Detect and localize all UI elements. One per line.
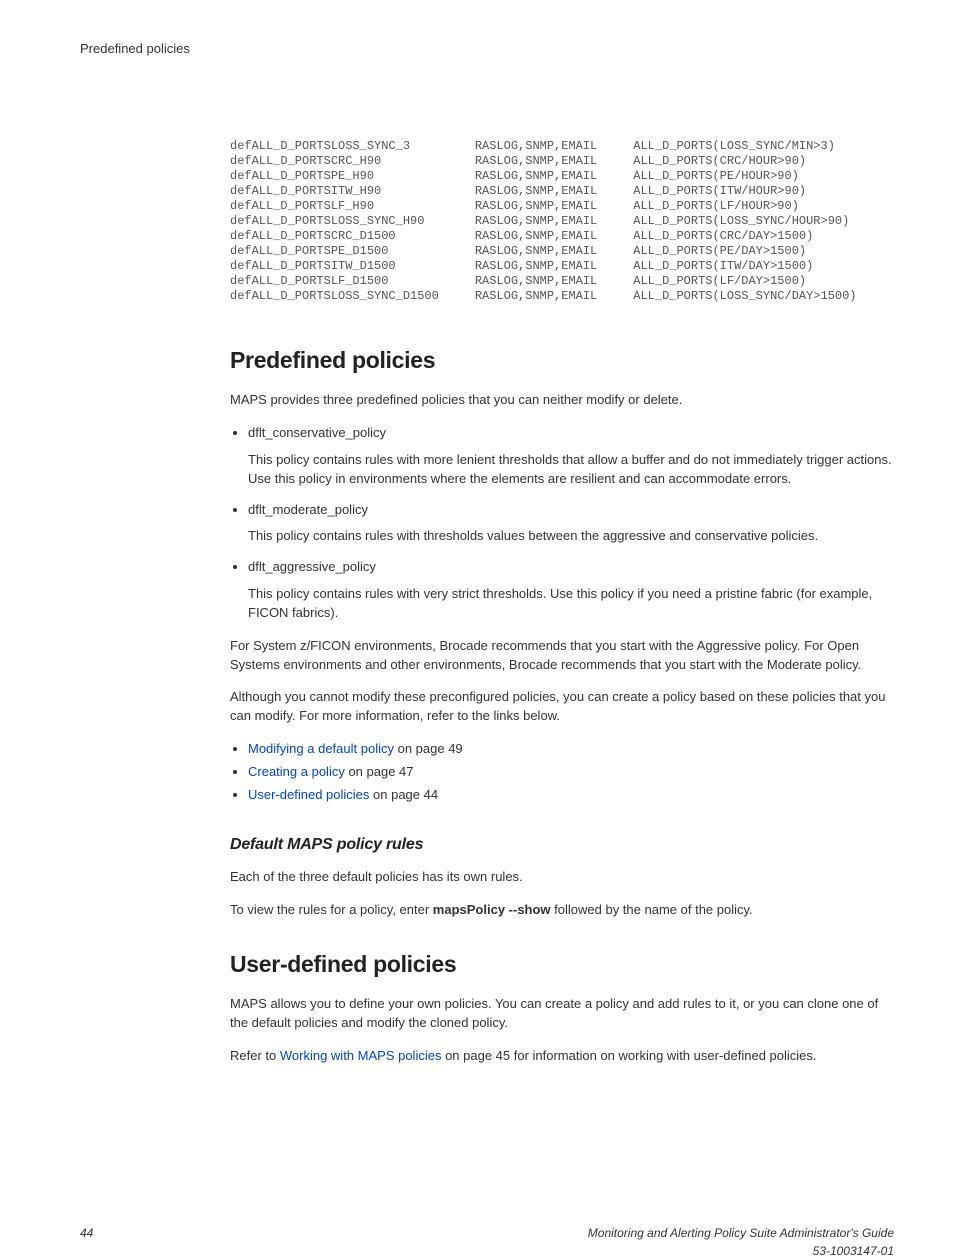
text-span: on page 45 for information on working wi… xyxy=(441,1048,816,1063)
links-list: Modifying a default policy on page 49 Cre… xyxy=(230,740,894,805)
policy-name: dflt_aggressive_policy xyxy=(248,558,894,577)
policy-description: This policy contains rules with threshol… xyxy=(248,527,894,546)
paragraph-userdef-intro: MAPS allows you to define your own polic… xyxy=(230,995,894,1033)
text-span: To view the rules for a policy, enter xyxy=(230,902,433,917)
paragraph-recommendation: For System z/FICON environments, Brocade… xyxy=(230,637,894,675)
page-number: 44 xyxy=(80,1225,93,1242)
text-span: Refer to xyxy=(230,1048,280,1063)
link[interactable]: Creating a policy xyxy=(248,764,345,779)
footer-doc-number: 53-1003147-01 xyxy=(813,1244,894,1258)
link-working-with-maps[interactable]: Working with MAPS policies xyxy=(280,1048,442,1063)
paragraph-modify-note: Although you cannot modify these preconf… xyxy=(230,688,894,726)
heading-default-rules: Default MAPS policy rules xyxy=(230,833,894,856)
text-span: followed by the name of the policy. xyxy=(551,902,753,917)
heading-user-defined-policies: User-defined policies xyxy=(230,948,894,981)
paragraph-rules-intro: Each of the three default policies has i… xyxy=(230,868,894,887)
policy-item: dflt_moderate_policy This policy contains… xyxy=(248,501,894,547)
policy-item: dflt_aggressive_policy This policy contai… xyxy=(248,558,894,623)
footer-text: Monitoring and Alerting Policy Suite Adm… xyxy=(588,1225,894,1260)
policy-list: dflt_conservative_policy This policy cont… xyxy=(230,424,894,623)
link-suffix: on page 47 xyxy=(345,764,414,779)
footer-guide-name: Monitoring and Alerting Policy Suite Adm… xyxy=(588,1226,894,1240)
code-listing: defALL_D_PORTSLOSS_SYNC_3 RASLOG,SNMP,EM… xyxy=(230,139,894,304)
page-header: Predefined policies xyxy=(80,40,894,59)
heading-predefined-policies: Predefined policies xyxy=(230,344,894,377)
command-bold: mapsPolicy --show xyxy=(433,902,551,917)
policy-item: dflt_conservative_policy This policy cont… xyxy=(248,424,894,489)
intro-paragraph: MAPS provides three predefined policies … xyxy=(230,391,894,410)
link[interactable]: Modifying a default policy xyxy=(248,741,394,756)
policy-description: This policy contains rules with very str… xyxy=(248,585,894,623)
link-suffix: on page 49 xyxy=(394,741,463,756)
link-list-item: User-defined policies on page 44 xyxy=(248,786,894,805)
policy-name: dflt_conservative_policy xyxy=(248,424,894,443)
link[interactable]: User-defined policies xyxy=(248,787,369,802)
policy-description: This policy contains rules with more len… xyxy=(248,451,894,489)
paragraph-userdef-ref: Refer to Working with MAPS policies on p… xyxy=(230,1047,894,1066)
link-suffix: on page 44 xyxy=(369,787,438,802)
link-list-item: Creating a policy on page 47 xyxy=(248,763,894,782)
link-list-item: Modifying a default policy on page 49 xyxy=(248,740,894,759)
policy-name: dflt_moderate_policy xyxy=(248,501,894,520)
paragraph-show-command: To view the rules for a policy, enter ma… xyxy=(230,901,894,920)
